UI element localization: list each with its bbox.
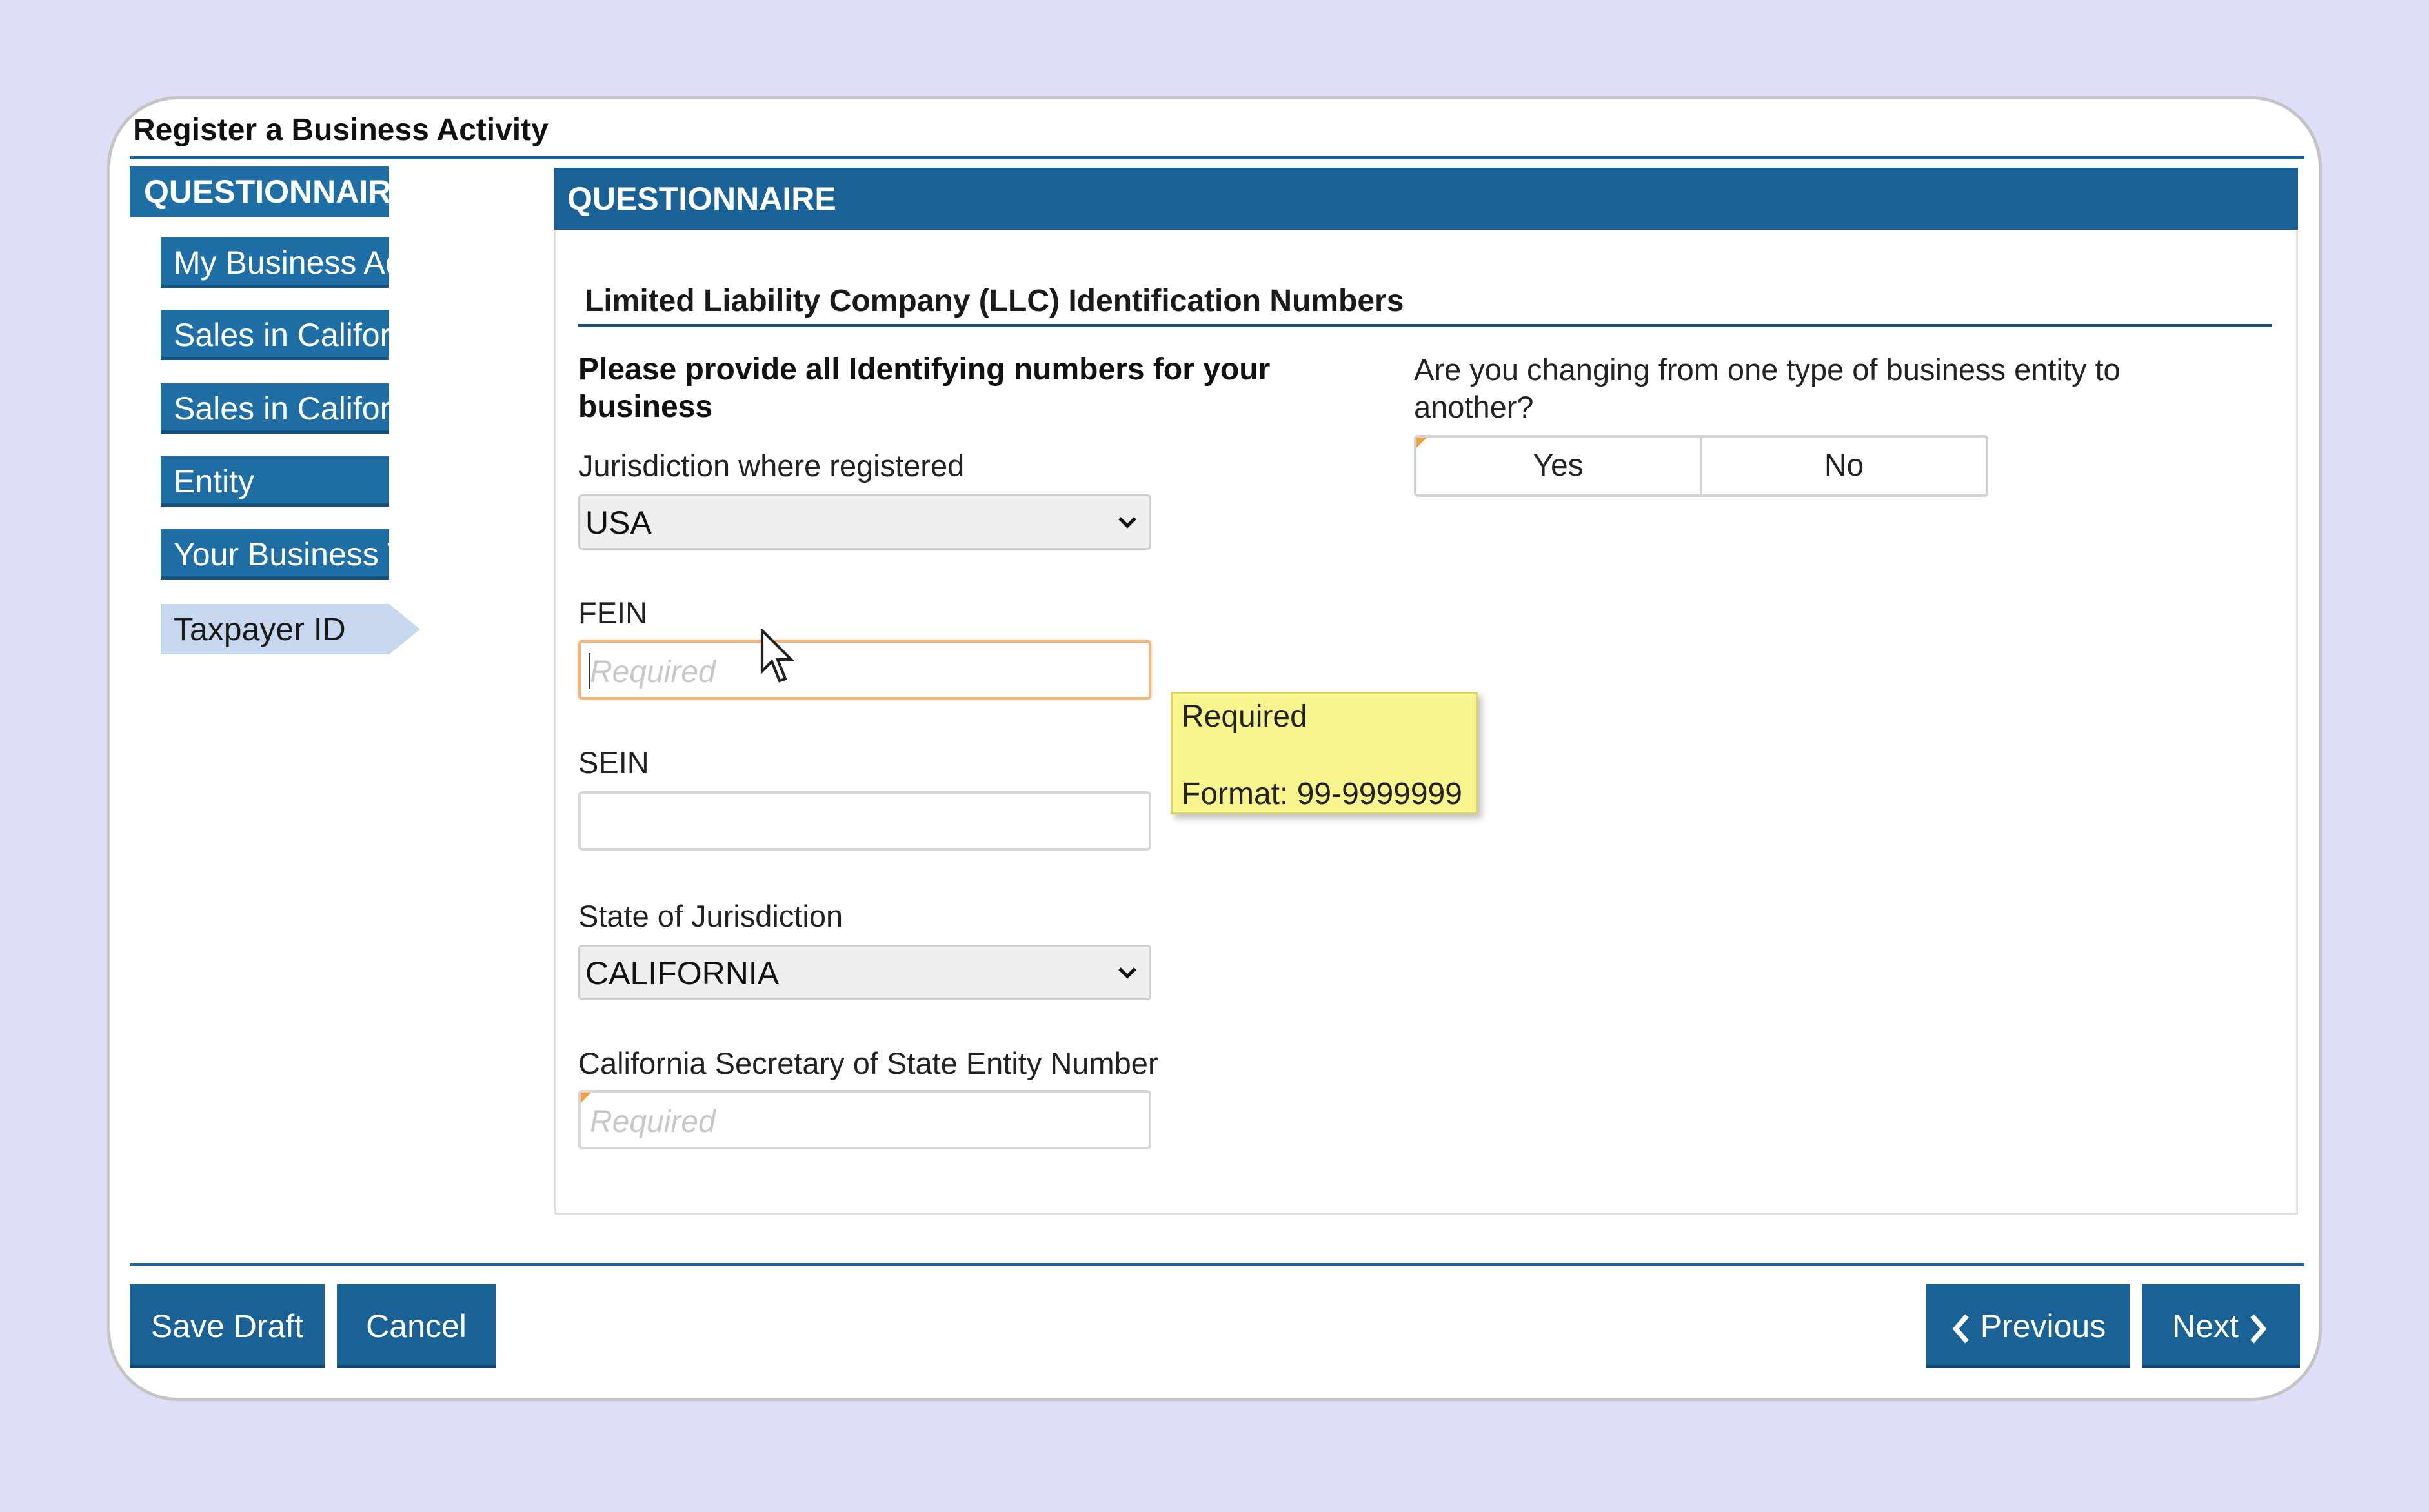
next-label: Next (2172, 1308, 2239, 1344)
window-title: Register a Business Activity (133, 113, 549, 147)
jurisdiction-label: Jurisdiction where registered (578, 449, 965, 483)
previous-label: Previous (1980, 1308, 2106, 1344)
save-draft-button[interactable]: Save Draft (130, 1284, 325, 1368)
sidebar-item-sales-in-california-2[interactable]: Sales in California (2/2 (161, 383, 389, 434)
yes-button[interactable]: Yes (1416, 438, 1700, 494)
next-button[interactable]: Next (2142, 1284, 2300, 1368)
sidebar-item-sales-in-california-1[interactable]: Sales in California (1/2 (161, 310, 389, 360)
tooltip-line-format: Format: 99-9999999 (1182, 777, 1462, 811)
footer-divider (130, 1263, 2304, 1266)
sidebar-header: QUESTIONNAIRE (130, 166, 413, 217)
sidebar-item-taxpayer-id[interactable]: Taxpayer ID (161, 604, 420, 654)
sein-label: SEIN (578, 745, 649, 780)
mouse-pointer-icon (760, 629, 795, 683)
chevron-down-icon (1118, 517, 1136, 529)
previous-button[interactable]: Previous (1926, 1284, 2130, 1368)
chevron-right-icon (2250, 1314, 2267, 1344)
sos-number-input[interactable]: Required (578, 1090, 1151, 1149)
jurisdiction-value: USA (585, 505, 652, 541)
sidebar-item-my-business-activity[interactable]: My Business Activity In (161, 237, 389, 288)
tooltip-line-required: Required (1182, 700, 1307, 734)
section-divider (578, 324, 2272, 327)
fein-tooltip: Required Format: 99-9999999 (1171, 692, 1478, 814)
sos-number-placeholder: Required (590, 1105, 716, 1139)
fein-placeholder: Required (590, 655, 716, 689)
jurisdiction-select[interactable]: USA (578, 494, 1151, 550)
entity-change-question: Are you changing from one type of busine… (1414, 352, 2121, 424)
section-title: Limited Liability Company (LLC) Identifi… (585, 284, 1404, 318)
save-draft-label: Save Draft (150, 1308, 304, 1344)
entity-change-toggle: Yes No (1414, 435, 1988, 497)
cancel-button[interactable]: Cancel (337, 1284, 496, 1368)
sein-input[interactable] (578, 791, 1151, 851)
required-marker (581, 1093, 591, 1103)
main-header: QUESTIONNAIRE (554, 168, 2298, 230)
cancel-label: Cancel (366, 1308, 467, 1344)
fein-input[interactable]: Required (578, 640, 1151, 700)
required-marker (1416, 438, 1427, 448)
title-divider (130, 156, 2304, 159)
chevron-left-icon (1952, 1314, 1969, 1344)
fein-label: FEIN (578, 596, 648, 630)
chevron-down-icon (1118, 967, 1136, 979)
sidebar-item-your-business-type[interactable]: Your Business Type (161, 529, 389, 580)
state-select[interactable]: CALIFORNIA (578, 945, 1151, 1000)
state-label: State of Jurisdiction (578, 899, 843, 933)
state-value: CALIFORNIA (585, 955, 780, 991)
instructions-text: Please provide all Identifying numbers f… (578, 352, 1271, 424)
sos-number-label: California Secretary of State Entity Num… (578, 1046, 1158, 1080)
sidebar-item-entity[interactable]: Entity (161, 456, 389, 507)
no-button[interactable]: No (1700, 438, 1986, 494)
app-window: Register a Business Activity QUESTIONNAI… (107, 96, 2322, 1401)
